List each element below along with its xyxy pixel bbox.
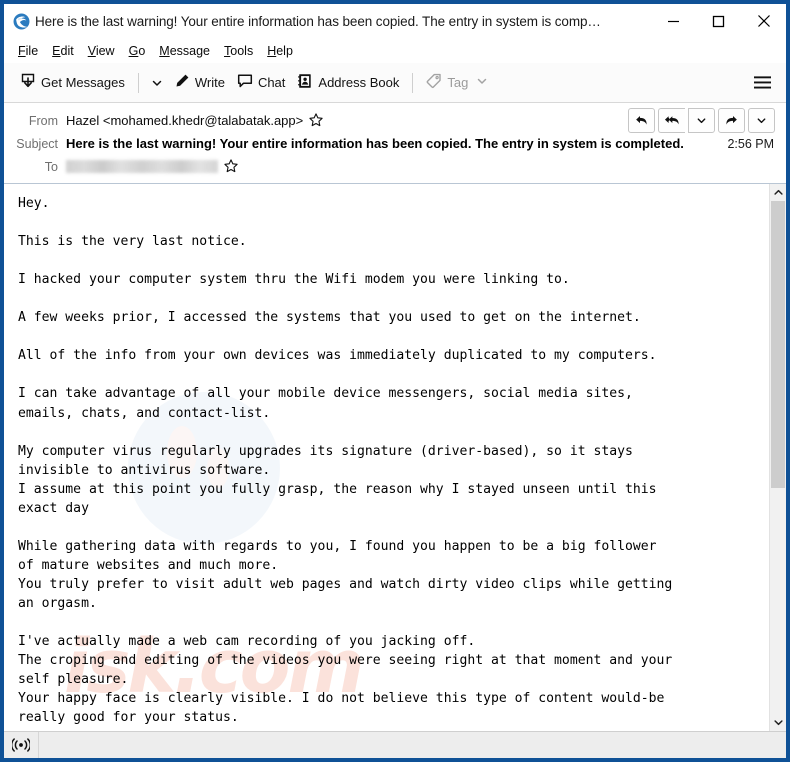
write-button[interactable]: Write <box>168 69 231 96</box>
chevron-down-icon <box>757 118 766 124</box>
download-inbox-icon <box>20 73 36 92</box>
scroll-up-button[interactable] <box>770 184 786 201</box>
chat-button[interactable]: Chat <box>231 69 291 96</box>
reply-all-dropdown[interactable] <box>688 108 715 133</box>
subject-row: Subject Here is the last warning! Your e… <box>4 132 786 155</box>
window-title: Here is the last warning! Your entire in… <box>35 13 601 29</box>
message-body-area: isk.com Hey. This is the very last notic… <box>4 184 786 731</box>
message-time: 2:56 PM <box>727 136 774 151</box>
get-messages-button[interactable]: Get Messages <box>14 69 131 96</box>
hamburger-icon <box>754 76 771 89</box>
write-label: Write <box>194 75 225 90</box>
message-actions <box>628 108 775 133</box>
reply-icon <box>636 116 647 125</box>
body-scrollbar[interactable] <box>769 184 786 731</box>
tag-button[interactable]: Tag <box>420 69 494 96</box>
menu-bar: File Edit View Go Message Tools Help <box>4 38 786 63</box>
to-label: To <box>44 159 58 174</box>
menu-tools[interactable]: Tools <box>217 42 260 60</box>
window-controls <box>651 4 786 38</box>
tag-label: Tag <box>447 75 469 90</box>
reply-button[interactable] <box>628 108 655 133</box>
tag-dropdown-caret[interactable] <box>476 75 488 90</box>
chevron-down-icon <box>697 118 706 124</box>
broadcast-icon <box>12 738 30 752</box>
get-messages-dropdown[interactable] <box>146 73 168 93</box>
chat-bubble-icon <box>237 73 253 92</box>
to-row: To <box>4 155 786 178</box>
app-menu-button[interactable] <box>745 70 786 95</box>
maximize-button[interactable] <box>696 4 741 38</box>
subject-label: Subject <box>16 136 58 151</box>
to-value-redacted <box>66 160 218 173</box>
forward-button[interactable] <box>718 108 745 133</box>
message-body-text: Hey. This is the very last notice. I hac… <box>18 196 673 726</box>
menu-view[interactable]: View <box>81 42 122 60</box>
message-header: From Hazel <mohamed.khedr@talabatak.app>… <box>4 103 786 184</box>
from-value-group: Hazel <mohamed.khedr@talabatak.app> <box>66 112 323 129</box>
address-book-icon <box>297 73 313 92</box>
thunderbird-icon <box>13 13 30 30</box>
scroll-down-button[interactable] <box>770 714 786 731</box>
thunderbird-window: Here is the last warning! Your entire in… <box>0 0 790 762</box>
chat-label: Chat <box>257 75 286 90</box>
toolbar-divider-2 <box>412 72 414 93</box>
menu-help[interactable]: Help <box>260 42 300 60</box>
star-icon-to[interactable] <box>224 158 238 175</box>
chevron-up-icon <box>773 189 783 195</box>
star-icon-from[interactable] <box>309 112 323 129</box>
menu-go[interactable]: Go <box>122 42 153 60</box>
toolbar-divider-1 <box>137 72 139 93</box>
title-bar: Here is the last warning! Your entire in… <box>4 4 786 38</box>
from-label: From <box>28 113 58 128</box>
to-value-group <box>66 158 238 175</box>
get-messages-label: Get Messages <box>41 75 125 90</box>
forward-dropdown[interactable] <box>748 108 775 133</box>
from-value[interactable]: Hazel <mohamed.khedr@talabatak.app> <box>66 113 303 128</box>
close-button[interactable] <box>741 4 786 38</box>
main-toolbar: Get Messages Write Chat Address Book Tag <box>4 63 786 103</box>
tag-icon <box>426 73 442 92</box>
chevron-down-icon <box>152 80 162 86</box>
connection-status-button[interactable] <box>4 732 39 758</box>
reply-all-button[interactable] <box>658 108 685 133</box>
scrollbar-track[interactable] <box>770 201 786 714</box>
address-book-button[interactable]: Address Book <box>291 69 405 96</box>
forward-icon <box>726 116 737 125</box>
subject-value: Here is the last warning! Your entire in… <box>66 136 684 151</box>
reply-all-icon <box>664 116 679 125</box>
pencil-icon <box>174 73 190 92</box>
scrollbar-thumb[interactable] <box>771 201 785 489</box>
menu-edit[interactable]: Edit <box>45 42 81 60</box>
menu-file[interactable]: File <box>11 42 45 60</box>
address-book-label: Address Book <box>318 75 400 90</box>
menu-message[interactable]: Message <box>152 42 217 60</box>
chevron-down-icon <box>478 78 487 84</box>
minimize-button[interactable] <box>651 4 696 38</box>
chevron-down-icon <box>773 720 783 726</box>
status-bar <box>4 731 786 758</box>
